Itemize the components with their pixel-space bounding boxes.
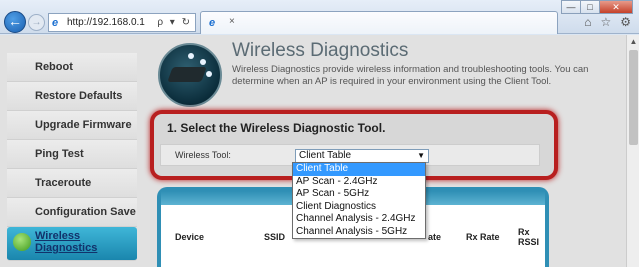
signal-dot: [188, 53, 194, 59]
dropdown-option-ap-scan-5[interactable]: AP Scan - 5GHz: [293, 188, 425, 201]
wireless-tool-label: Wireless Tool:: [175, 150, 231, 160]
sidebar-item-restore-defaults[interactable]: Restore Defaults: [7, 82, 137, 111]
dropdown-option-channel-analysis-5[interactable]: Channel Analysis - 5GHz: [293, 226, 425, 239]
column-header-device: Device: [175, 232, 205, 242]
window-controls: — □ ✕: [561, 0, 633, 14]
sidebar-item-reboot[interactable]: Reboot: [7, 53, 137, 82]
column-header-tx-rate: ate: [428, 232, 442, 242]
home-icon[interactable]: ⌂: [584, 15, 591, 29]
address-tools[interactable]: ρ ▾ ↻: [157, 17, 195, 28]
browser-tab[interactable]: e ×: [200, 11, 558, 34]
sidebar-item-label-line2[interactable]: Diagnostics: [35, 242, 137, 254]
scroll-up-icon[interactable]: ▲: [627, 35, 639, 48]
column-header-ssid: SSID: [264, 232, 286, 242]
dropdown-arrow-icon[interactable]: ▼: [417, 150, 425, 162]
close-window-button[interactable]: ✕: [599, 0, 633, 14]
sidebar-item-traceroute[interactable]: Traceroute: [7, 169, 137, 198]
signal-dot: [200, 59, 206, 65]
wireless-tool-dropdown-list: Client Table AP Scan - 2.4GHz AP Scan - …: [292, 162, 426, 239]
dropdown-option-ap-scan-24[interactable]: AP Scan - 2.4GHz: [293, 176, 425, 189]
tab-close-icon[interactable]: ×: [229, 16, 235, 27]
toolbar-icons: ⌂ ☆ ⚙: [584, 15, 631, 29]
star-icon[interactable]: ☆: [600, 15, 611, 29]
page-title: Wireless Diagnostics: [232, 40, 409, 61]
gear-icon[interactable]: ⚙: [620, 15, 631, 29]
minimize-button[interactable]: —: [561, 0, 581, 14]
maximize-button[interactable]: □: [580, 0, 600, 14]
signal-dot: [206, 71, 212, 77]
vertical-scrollbar[interactable]: ▲: [626, 35, 639, 267]
sidebar-item-upgrade-firmware[interactable]: Upgrade Firmware: [7, 111, 137, 140]
ie-icon: e: [52, 16, 59, 29]
forward-button[interactable]: →: [28, 14, 45, 31]
tab-ie-icon: e: [209, 17, 216, 29]
page-description: Wireless Diagnostics provide wireless in…: [232, 64, 589, 87]
wireless-tool-selected-value: Client Table: [299, 150, 352, 161]
wireless-tool-select[interactable]: Client Table ▼: [295, 149, 429, 163]
dropdown-option-client-table[interactable]: Client Table: [293, 163, 425, 176]
wireless-diagnostics-icon: [13, 233, 31, 251]
address-bar[interactable]: e http://192.168.0.1 ρ ▾ ↻: [48, 13, 196, 32]
sidebar-item-ping-test[interactable]: Ping Test: [7, 140, 137, 169]
back-button[interactable]: ←: [4, 11, 26, 33]
tool-section-heading: 1. Select the Wireless Diagnostic Tool.: [167, 121, 386, 135]
wireless-diagnostics-logo: [158, 43, 222, 107]
dropdown-option-channel-analysis-24[interactable]: Channel Analysis - 2.4GHz: [293, 213, 425, 226]
column-header-rx-rssi-line2: RSSI: [518, 237, 540, 247]
column-header-rx-rssi-line1: Rx: [518, 227, 530, 237]
sidebar-item-label-line1[interactable]: Wireless: [35, 230, 137, 242]
sidebar-item-configuration-save[interactable]: Configuration Save: [7, 198, 137, 227]
sidebar: Reboot Restore Defaults Upgrade Firmware…: [7, 35, 137, 267]
browser-toolbar: — □ ✕ ← → e http://192.168.0.1 ρ ▾ ↻ e ×…: [0, 0, 639, 34]
column-header-rx-rate: Rx Rate: [466, 232, 500, 242]
router-icon: [167, 67, 207, 82]
scroll-thumb[interactable]: [629, 50, 638, 145]
dropdown-option-client-diagnostics[interactable]: Client Diagnostics: [293, 201, 425, 214]
address-url[interactable]: http://192.168.0.1: [67, 17, 157, 28]
sidebar-item-wireless-diagnostics[interactable]: Wireless Diagnostics: [7, 227, 137, 261]
